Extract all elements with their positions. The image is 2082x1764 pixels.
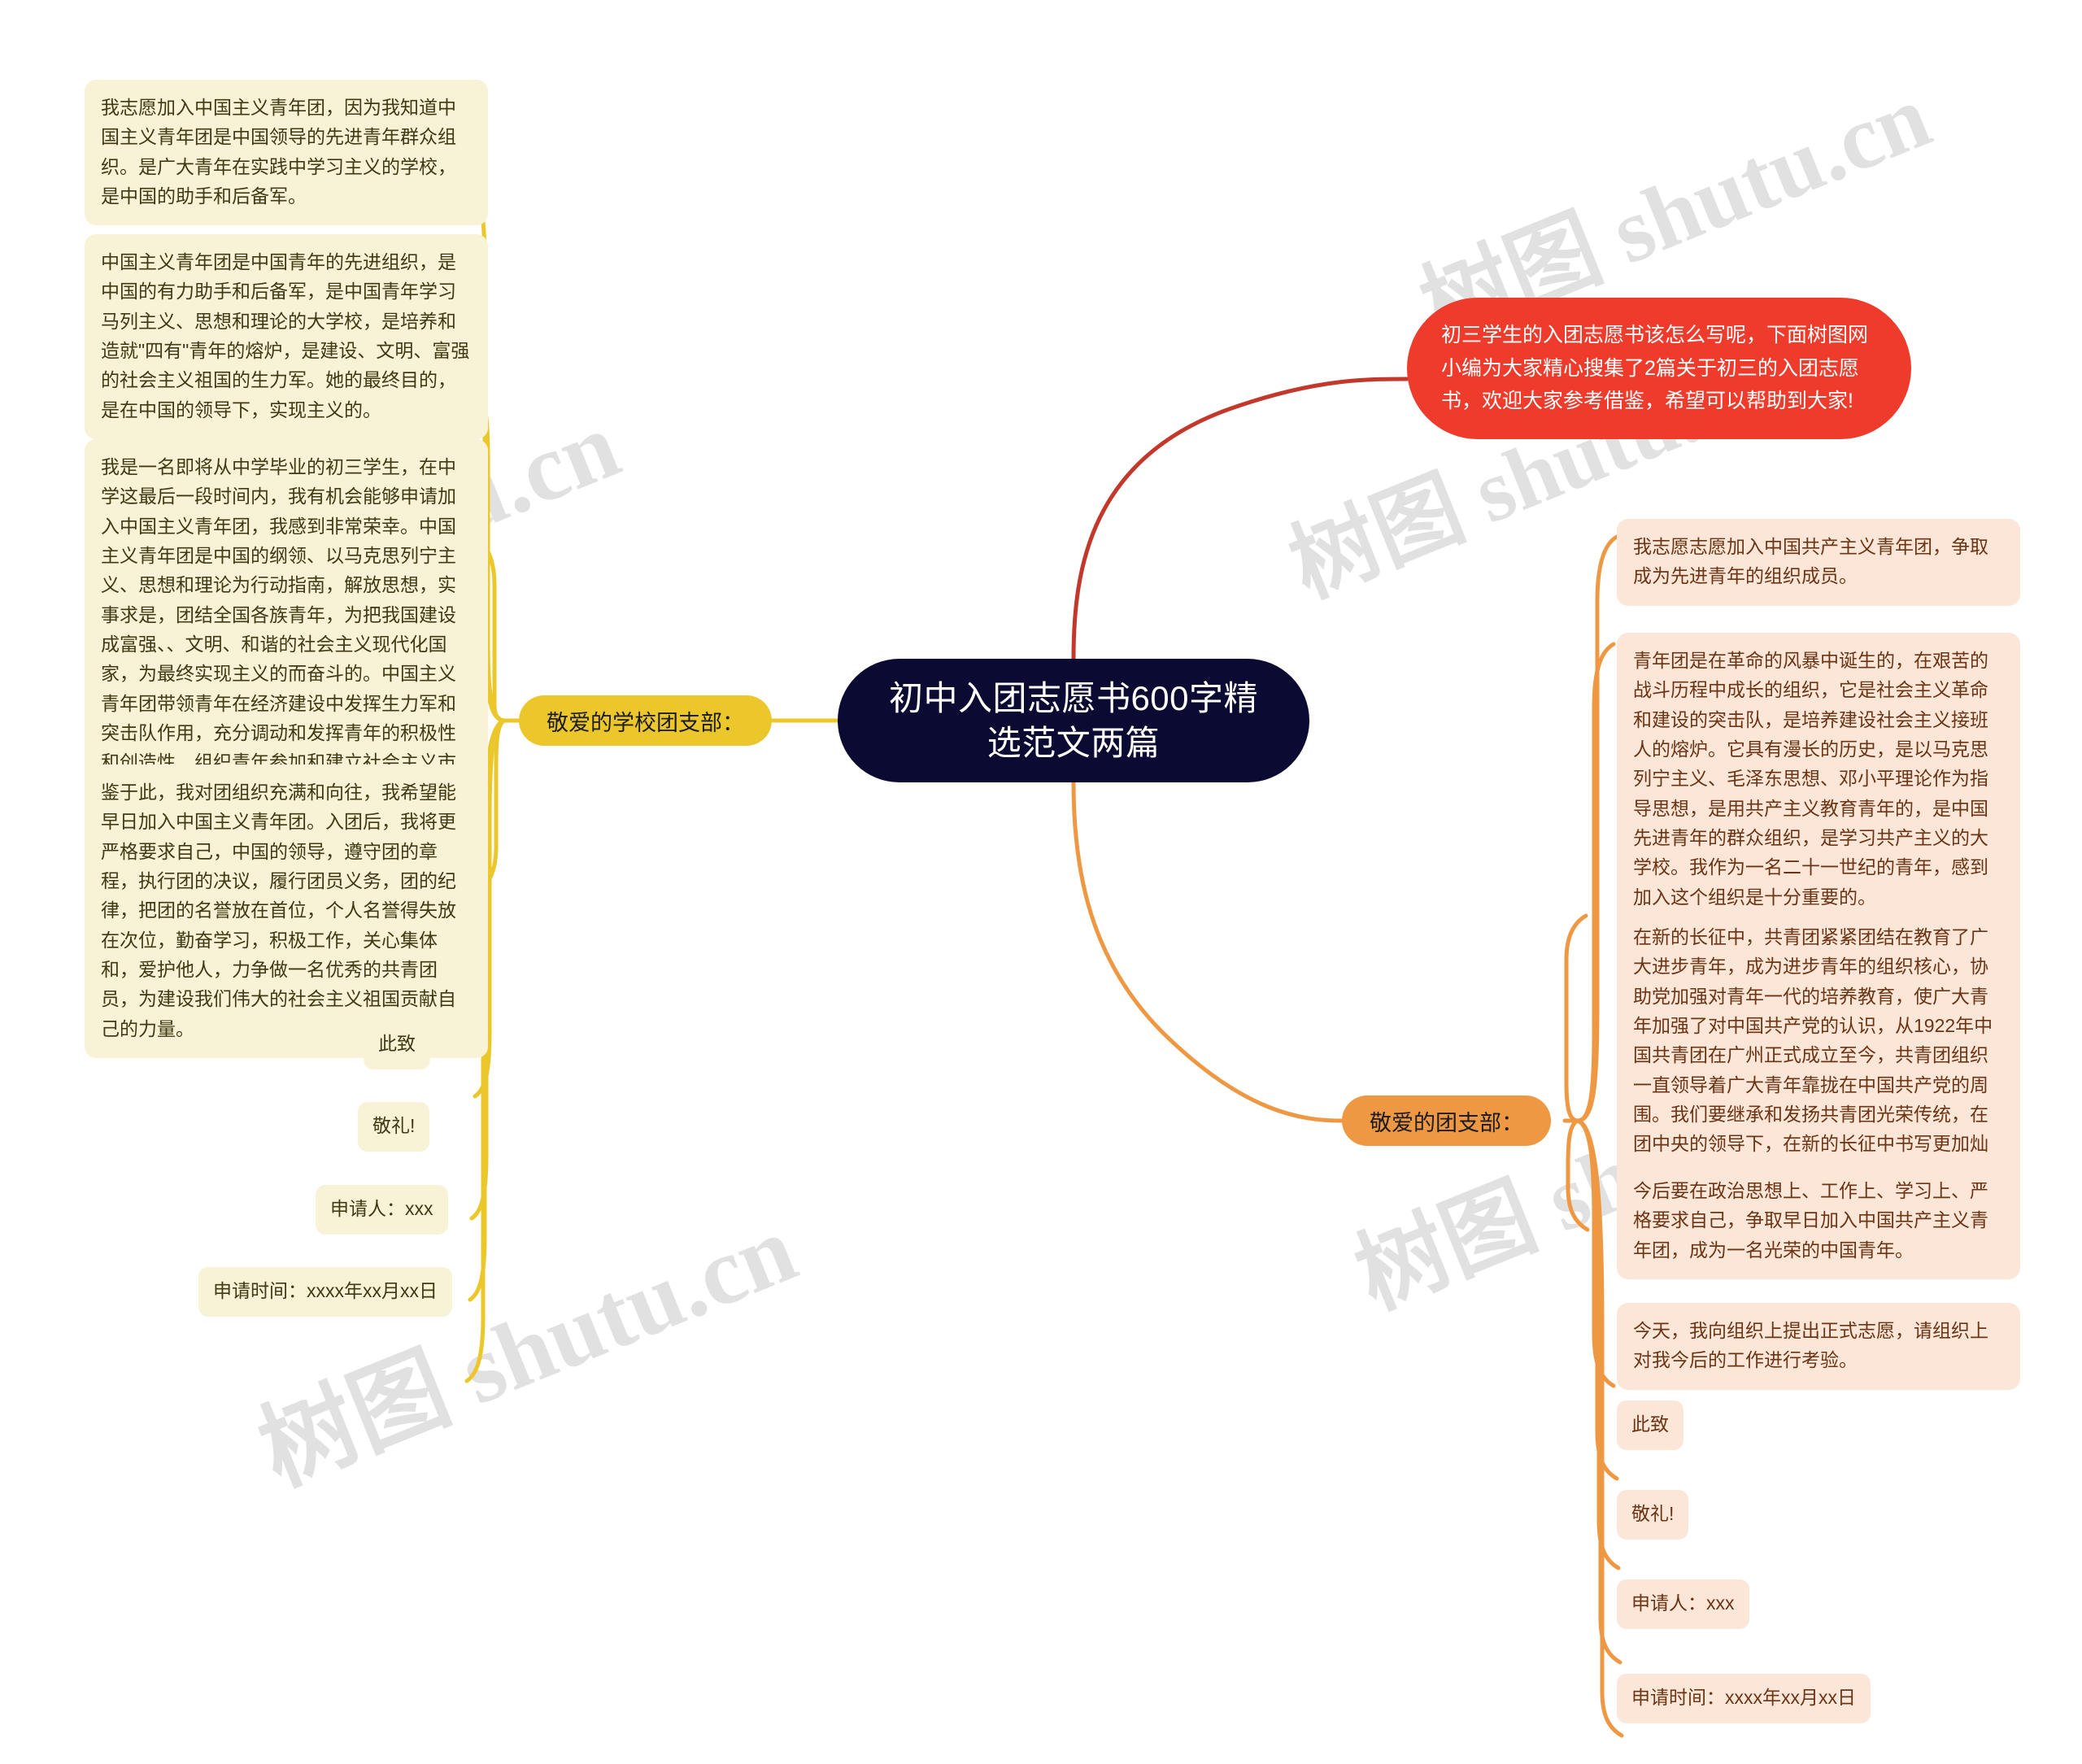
- left-leaf-7[interactable]: 申请人：xxx: [316, 1185, 448, 1235]
- right-leaf-3[interactable]: 在新的长征中，共青团紧紧团结在教育了广大进步青年，成为进步青年的组织核心，协助党…: [1617, 909, 2020, 1203]
- right-leaf-2[interactable]: 青年团是在革命的风暴中诞生的，在艰苦的战斗历程中成长的组织，它是社会主义革命和建…: [1617, 633, 2020, 926]
- left-leaf-6[interactable]: 敬礼!: [358, 1102, 430, 1152]
- intro-node[interactable]: 初三学生的入团志愿书该怎么写呢，下面树图网小编为大家精心搜集了2篇关于初三的入团…: [1407, 298, 1911, 439]
- branch-label-right[interactable]: 敬爱的团支部：: [1342, 1095, 1551, 1146]
- mindmap-canvas: shutu.cn 树图 shutu.cn 树图 shutu.cn 树图 shut…: [0, 0, 2082, 1764]
- left-leaf-5[interactable]: 此致: [364, 1020, 430, 1069]
- right-leaf-9[interactable]: 申请时间：xxxx年xx月xx日: [1617, 1674, 1871, 1723]
- left-leaf-4[interactable]: 鉴于此，我对团组织充满和向往，我希望能早日加入中国主义青年团。入团后，我将更严格…: [85, 764, 488, 1058]
- root-node[interactable]: 初中入团志愿书600字精选范文两篇: [838, 659, 1309, 782]
- left-leaf-1[interactable]: 我志愿加入中国主义青年团，因为我知道中国主义青年团是中国领导的先进青年群众组织。…: [85, 80, 488, 226]
- branch-label-left[interactable]: 敬爱的学校团支部：: [519, 695, 772, 746]
- right-leaf-1[interactable]: 我志愿志愿加入中国共产主义青年团，争取成为先进青年的组织成员。: [1617, 519, 2020, 606]
- right-leaf-8[interactable]: 申请人：xxx: [1617, 1579, 1749, 1629]
- left-leaf-2[interactable]: 中国主义青年团是中国青年的先进组织，是中国的有力助手和后备军，是中国青年学习马列…: [85, 234, 488, 439]
- right-leaf-5[interactable]: 今天，我向组织上提出正式志愿，请组织上对我今后的工作进行考验。: [1617, 1303, 2020, 1390]
- left-leaf-8[interactable]: 申请时间：xxxx年xx月xx日: [198, 1267, 452, 1317]
- right-leaf-7[interactable]: 敬礼!: [1617, 1490, 1689, 1540]
- right-leaf-4[interactable]: 今后要在政治思想上、工作上、学习上、严格要求自己，争取早日加入中国共产主义青年团…: [1617, 1163, 2020, 1279]
- right-leaf-6[interactable]: 此致: [1617, 1400, 1683, 1450]
